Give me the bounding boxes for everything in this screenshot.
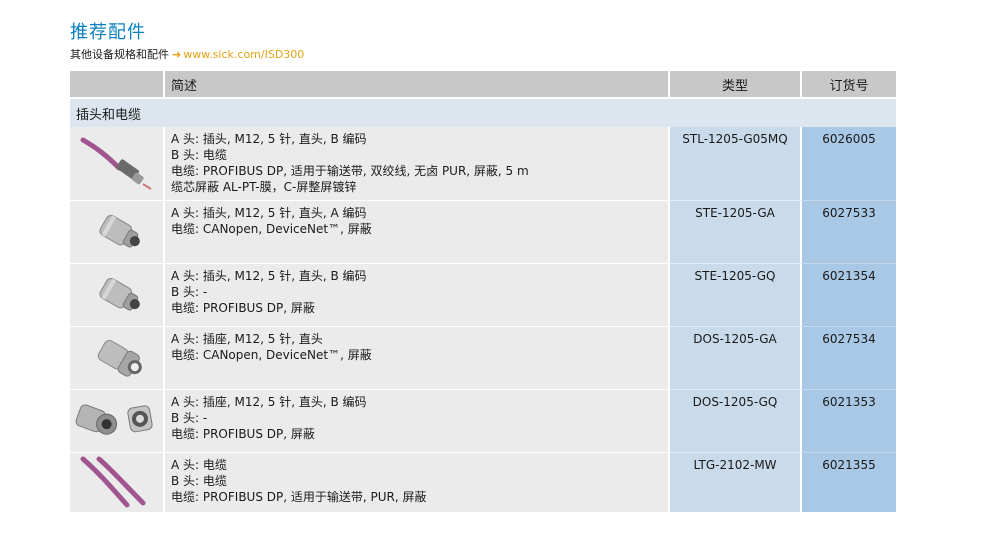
row-type: LTG-2102-MW (668, 452, 800, 512)
row-order-number: 6027533 (800, 200, 896, 263)
table-header: 简述 类型 订货号 (70, 71, 896, 97)
m12-female-connector-image (70, 326, 163, 389)
subtitle-text: 其他设备规格和配件 (70, 48, 169, 61)
cable-pair-image (70, 452, 163, 512)
accessories-table: 简述 类型 订货号 插头和电缆 A 头: 插头, M12, 5 针, 直头, B… (70, 71, 896, 512)
row-description: A 头: 电缆 B 头: 电缆 电缆: PROFIBUS DP, 适用于输送带,… (163, 452, 668, 512)
page-title: 推荐配件 (70, 22, 146, 43)
row-type: DOS-1205-GA (668, 326, 800, 389)
row-type: STE-1205-GQ (668, 263, 800, 326)
row-type: STE-1205-GA (668, 200, 800, 263)
table-row: A 头: 电缆 B 头: 电缆 电缆: PROFIBUS DP, 适用于输送带,… (70, 452, 896, 512)
row-type: DOS-1205-GQ (668, 389, 800, 452)
header-description: 简述 (163, 71, 668, 97)
row-order-number: 6021353 (800, 389, 896, 452)
table-row: A 头: 插头, M12, 5 针, 直头, A 编码 电缆: CANopen,… (70, 200, 896, 263)
header-order-number: 订货号 (800, 71, 896, 97)
m12-connector-image (70, 263, 163, 326)
m12-connector-pair-image (70, 389, 163, 452)
website-link[interactable]: www.sick.com/ISD300 (183, 48, 304, 61)
row-description: A 头: 插座, M12, 5 针, 直头 电缆: CANopen, Devic… (163, 326, 668, 389)
header-image-cell (70, 71, 163, 97)
arrow-icon: ➜ (172, 48, 182, 61)
row-description: A 头: 插头, M12, 5 针, 直头, A 编码 电缆: CANopen,… (163, 200, 668, 263)
row-type: STL-1205-G05MQ (668, 127, 800, 200)
row-order-number: 6021355 (800, 452, 896, 512)
m12-connector-image (70, 200, 163, 263)
row-description: A 头: 插座, M12, 5 针, 直头, B 编码 B 头: - 电缆: P… (163, 389, 668, 452)
row-description: A 头: 插头, M12, 5 针, 直头, B 编码 B 头: 电缆 电缆: … (163, 127, 668, 200)
row-order-number: 6026005 (800, 127, 896, 200)
row-order-number: 6027534 (800, 326, 896, 389)
cable-connector-image (70, 127, 163, 200)
row-order-number: 6021354 (800, 263, 896, 326)
row-description: A 头: 插头, M12, 5 针, 直头, B 编码 B 头: - 电缆: P… (163, 263, 668, 326)
table-row: A 头: 插头, M12, 5 针, 直头, B 编码 B 头: 电缆 电缆: … (70, 127, 896, 200)
section-heading: 插头和电缆 (70, 97, 896, 127)
table-row: A 头: 插头, M12, 5 针, 直头, B 编码 B 头: - 电缆: P… (70, 263, 896, 326)
page-subtitle: 其他设备规格和配件 ➜ www.sick.com/ISD300 (70, 46, 304, 62)
table-row: A 头: 插座, M12, 5 针, 直头 电缆: CANopen, Devic… (70, 326, 896, 389)
table-row: A 头: 插座, M12, 5 针, 直头, B 编码 B 头: - 电缆: P… (70, 389, 896, 452)
header-type: 类型 (668, 71, 800, 97)
